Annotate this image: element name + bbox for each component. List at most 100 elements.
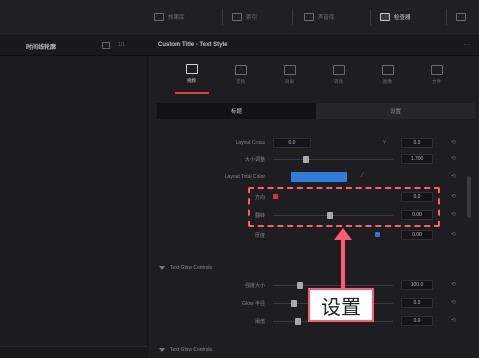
slider-knob[interactable] xyxy=(295,318,301,325)
tab-audio-label: 音频 xyxy=(236,79,245,84)
toolbar-divider xyxy=(446,9,447,25)
expand-button[interactable] xyxy=(452,8,470,26)
reset-icon[interactable]: ⟲ xyxy=(451,139,456,146)
layout-x-field[interactable]: 0.0 xyxy=(273,138,311,148)
index-button[interactable]: 索引 xyxy=(228,8,261,26)
reset-icon[interactable]: ⟲ xyxy=(451,231,456,238)
inspector-label: 检查器 xyxy=(394,15,411,21)
size-adjust-row: 大小调整 1.700 ⟲ xyxy=(149,152,479,166)
inspector-button[interactable]: 检查器 xyxy=(376,8,415,26)
effects-library-icon xyxy=(154,13,164,21)
text-glow-section-2[interactable]: Text Glow Controls xyxy=(159,344,469,356)
row-label: 阈值 xyxy=(254,319,265,325)
tab-file-label: 文件 xyxy=(432,79,441,84)
top-toolbar: 效果库 索引 声音库 检查器 xyxy=(0,0,479,36)
inspector-scrollbar[interactable] xyxy=(467,176,471,218)
slider-knob[interactable] xyxy=(291,300,297,307)
reset-icon[interactable]: ⟲ xyxy=(451,211,456,218)
value-field[interactable]: 0.0 xyxy=(401,298,433,308)
row-label: Layout Cross xyxy=(235,140,265,146)
arrow-shaft xyxy=(341,238,345,290)
chevron-down-icon xyxy=(159,266,165,270)
sound-library-button[interactable]: 声音库 xyxy=(300,8,339,26)
slider-track[interactable] xyxy=(273,285,393,286)
flip-row: 翻转 0.00 ⟲ xyxy=(149,208,479,222)
index-icon xyxy=(232,13,242,21)
more-options-icon[interactable]: ··· xyxy=(463,40,471,49)
layout-cross-row: Layout Cross 0.0 Y 0.0 ⟲ xyxy=(149,136,479,150)
slider-track[interactable] xyxy=(273,159,393,160)
value-field[interactable]: 0.0 xyxy=(401,192,433,202)
chevron-down-icon xyxy=(159,348,165,352)
file-icon xyxy=(430,65,443,75)
reset-icon[interactable]: ⟲ xyxy=(451,173,456,180)
toolbar-divider xyxy=(292,9,293,25)
keyframe-marker[interactable] xyxy=(375,232,380,237)
reset-icon[interactable]: ⟲ xyxy=(451,299,456,306)
slider-track[interactable] xyxy=(273,215,393,216)
tab-image[interactable]: 图像 xyxy=(371,56,405,94)
inspector-subtabs: 标题 设置 xyxy=(157,103,475,119)
tab-video[interactable]: 视频 xyxy=(174,56,209,94)
timeline-panel-footer xyxy=(0,346,148,358)
text-glow-section[interactable]: Text Glow Controls xyxy=(159,262,469,274)
effects-icon xyxy=(283,65,296,75)
tab-video-label: 视频 xyxy=(187,78,196,83)
text-color-row: Layout Total Color ⁄ ⟲ xyxy=(149,170,479,184)
annotation-callout: 设置 xyxy=(308,288,374,322)
toolbar-divider xyxy=(222,9,223,25)
reset-icon[interactable]: ⟲ xyxy=(451,317,456,324)
audio-icon xyxy=(234,65,247,75)
y-axis-label: Y xyxy=(383,140,387,146)
timeline-count: 1/1 xyxy=(118,42,125,48)
tab-effects-label: 效果 xyxy=(285,79,294,84)
subtab-title[interactable]: 标题 xyxy=(157,103,316,119)
value-field[interactable]: 100.0 xyxy=(401,280,433,290)
effects-library-button[interactable]: 效果库 xyxy=(150,8,189,26)
timeline-panel-title: 时间线轮廓 xyxy=(26,45,57,51)
reset-icon[interactable]: ⟲ xyxy=(451,281,456,288)
index-label: 索引 xyxy=(246,15,258,21)
tab-audio[interactable]: 音频 xyxy=(224,56,258,94)
eyedropper-icon[interactable]: ⁄ xyxy=(362,172,363,179)
effects-library-label: 效果库 xyxy=(168,15,185,21)
timeline-panel xyxy=(0,56,148,358)
toolbar-divider xyxy=(370,9,371,25)
slider-knob[interactable] xyxy=(297,282,303,289)
tab-image-label: 图像 xyxy=(383,79,392,84)
section-title: Text Glow Controls xyxy=(170,347,212,353)
keyframe-marker[interactable] xyxy=(273,194,278,199)
inspector-clip-title: Custom Title - Text Style xyxy=(158,42,228,48)
panel-toggle-icon[interactable] xyxy=(102,42,110,49)
tab-transition[interactable]: 转场 xyxy=(322,56,356,94)
row-label: 厚度 xyxy=(254,233,265,239)
row-label: 方向 xyxy=(254,195,265,201)
sound-library-label: 声音库 xyxy=(318,15,335,21)
reset-icon[interactable]: ⟲ xyxy=(451,193,456,200)
direction-row: 方向 0.0 ⟲ xyxy=(149,190,479,204)
tab-file[interactable]: 文件 xyxy=(420,56,454,94)
panel-header-bar: 时间线轮廓 1/1 Custom Title - Text Style ··· xyxy=(0,36,479,56)
reset-icon[interactable]: ⟲ xyxy=(451,155,456,162)
slider-knob[interactable] xyxy=(327,212,333,219)
subtab-settings[interactable]: 设置 xyxy=(316,103,475,119)
thickness-row: 厚度 0.00 ⟲ xyxy=(149,228,479,242)
value-field[interactable]: 0.00 xyxy=(401,210,433,220)
expand-icon xyxy=(456,13,466,21)
video-icon xyxy=(185,64,198,74)
tab-effects[interactable]: 效果 xyxy=(273,56,307,94)
inspector-icon xyxy=(380,13,390,21)
row-label: 大小调整 xyxy=(244,157,265,163)
layout-y-field[interactable]: 0.0 xyxy=(401,138,433,148)
color-swatch[interactable] xyxy=(291,172,347,182)
transition-icon xyxy=(332,65,345,75)
row-label: 翻转 xyxy=(254,213,265,219)
row-label: Glow 半径 xyxy=(242,301,265,307)
value-field[interactable]: 0.0 xyxy=(401,316,433,326)
value-field[interactable]: 1.700 xyxy=(401,154,433,164)
sound-library-icon xyxy=(304,13,314,21)
value-field[interactable]: 0.00 xyxy=(401,230,433,240)
slider-knob[interactable] xyxy=(303,156,309,163)
tab-transition-label: 转场 xyxy=(334,79,343,84)
inspector-tabs: 视频 音频 效果 转场 图像 文件 xyxy=(149,56,479,94)
